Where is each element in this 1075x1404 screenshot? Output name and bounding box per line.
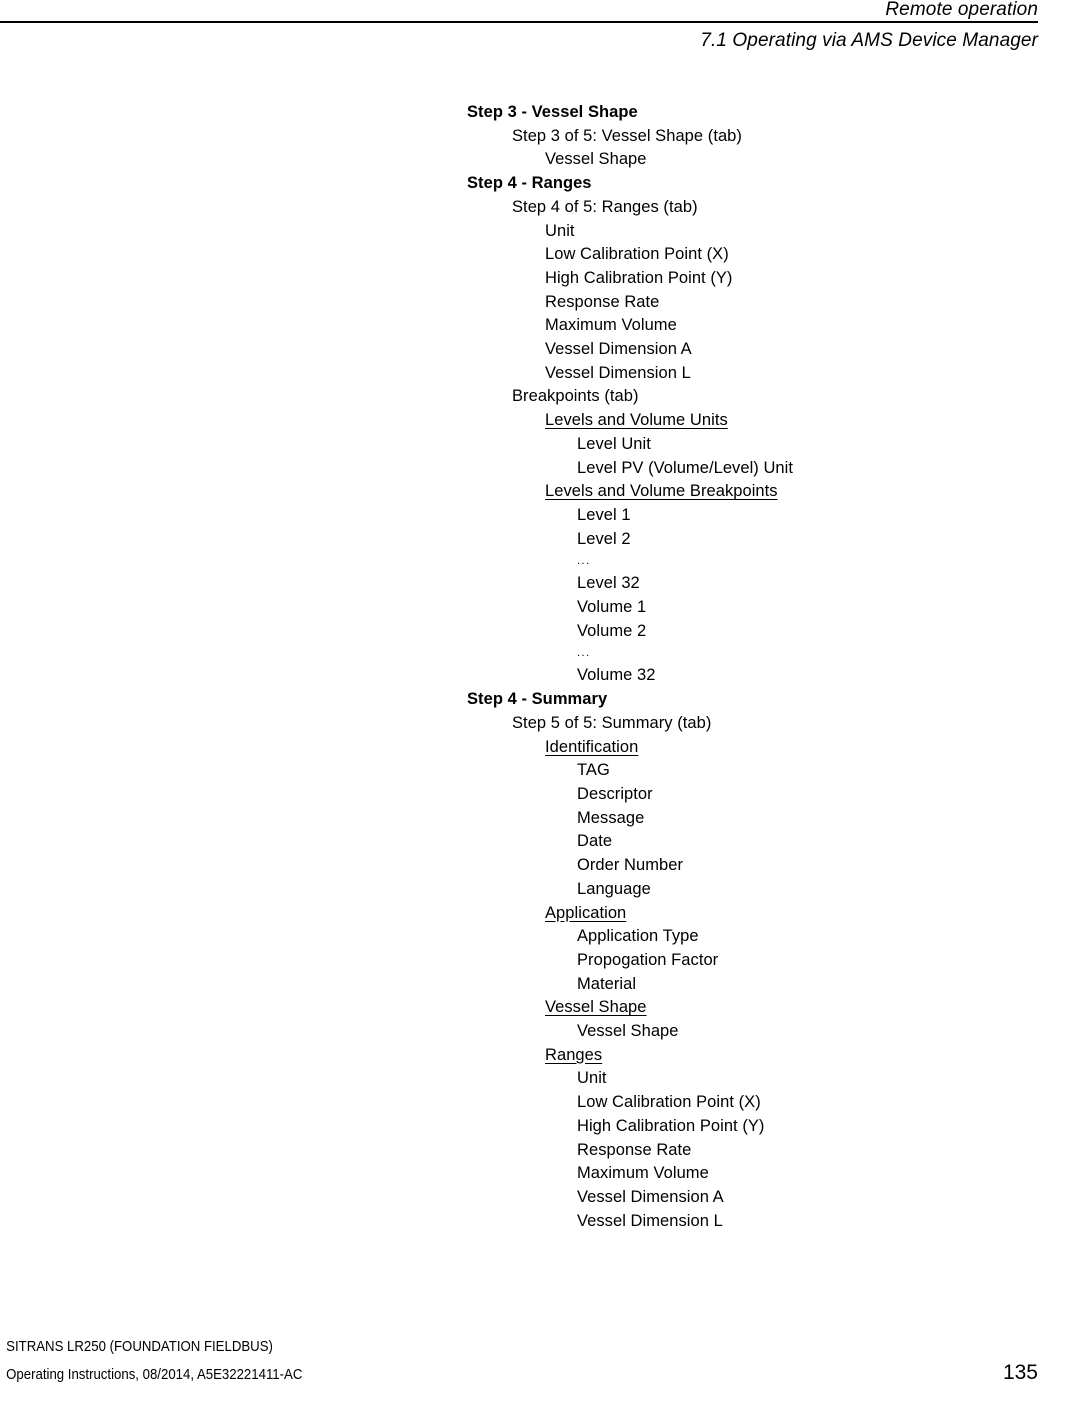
- outline-item: Vessel Shape: [545, 150, 647, 169]
- outline-item: Vessel Dimension L: [577, 1211, 723, 1230]
- outline-item: Response Rate: [577, 1140, 692, 1159]
- header-chapter-title: Remote operation: [885, 0, 1038, 20]
- outline-item: High Calibration Point (Y): [545, 268, 733, 287]
- outline-item: Vessel Dimension A: [545, 340, 692, 359]
- outline-item: Order Number: [577, 856, 684, 875]
- footer-document-reference: Operating Instructions, 08/2014, A5E3222…: [6, 1366, 303, 1383]
- outline-item: Unit: [545, 221, 575, 240]
- outline-step-heading: Step 4 - Summary: [467, 690, 608, 709]
- outline-item: Response Rate: [545, 292, 660, 311]
- outline-item: Level Unit: [577, 434, 651, 453]
- outline-item: Volume 2: [577, 621, 647, 640]
- outline-item: Level 32: [577, 574, 640, 593]
- outline-item: Level 2: [577, 529, 631, 548]
- outline-item: Date: [577, 832, 613, 851]
- document-page: Remote operation 7.1 Operating via AMS D…: [0, 0, 1075, 1404]
- footer-bottom-row: Operating Instructions, 08/2014, A5E3222…: [0, 1360, 1075, 1388]
- outline-item: Volume 32: [577, 666, 656, 685]
- outline-item: Low Calibration Point (X): [577, 1093, 761, 1112]
- page-number: 135: [1002, 1361, 1038, 1384]
- outline-item: Levels and Volume Breakpoints: [545, 482, 778, 501]
- outline-item: Material: [577, 974, 637, 993]
- outline-item: Propogation Factor: [577, 950, 719, 969]
- outline-item: Level PV (Volume/Level) Unit: [577, 458, 794, 477]
- outline-item: Vessel Shape: [577, 1022, 679, 1041]
- outline-item: Application: [545, 903, 627, 922]
- outline-item: Breakpoints (tab): [512, 387, 639, 406]
- outline-item: ...: [577, 555, 591, 568]
- outline-item: Levels and Volume Units: [545, 411, 728, 430]
- outline-item: Unit: [577, 1069, 607, 1088]
- outline-item: Language: [577, 879, 651, 898]
- outline-item: Identification: [545, 737, 639, 756]
- outline-item: Step 5 of 5: Summary (tab): [512, 713, 712, 732]
- outline-item: Step 4 of 5: Ranges (tab): [512, 197, 698, 216]
- outline-item: Ranges: [545, 1045, 603, 1064]
- outline-step-heading: Step 4 - Ranges: [467, 174, 592, 193]
- outline-item: Vessel Dimension L: [545, 363, 691, 382]
- outline-item: Maximum Volume: [545, 316, 677, 335]
- header-section-title: 7.1 Operating via AMS Device Manager: [700, 30, 1038, 51]
- outline-item: Low Calibration Point (X): [545, 245, 729, 264]
- outline-item: Message: [577, 808, 645, 827]
- outline-item: TAG: [577, 761, 610, 780]
- outline-item: ...: [577, 647, 591, 660]
- outline-item: Volume 1: [577, 598, 647, 617]
- footer-product-name: SITRANS LR250 (FOUNDATION FIELDBUS): [6, 1338, 273, 1355]
- outline-item: High Calibration Point (Y): [577, 1116, 765, 1135]
- outline-item: Vessel Dimension A: [577, 1187, 724, 1206]
- outline-item: Level 1: [577, 505, 631, 524]
- outline-item: Descriptor: [577, 784, 653, 803]
- outline-item: Application Type: [577, 927, 699, 946]
- outline-item: Step 3 of 5: Vessel Shape (tab): [512, 126, 742, 145]
- outline-list: Step 3 - Vessel Shape Step 3 of 5: Vessel…: [0, 101, 1075, 1233]
- outline-item: Maximum Volume: [577, 1164, 709, 1183]
- outline-step-heading: Step 3 - Vessel Shape: [467, 103, 638, 121]
- page-header: Remote operation 7.1 Operating via AMS D…: [0, 0, 1075, 52]
- page-footer: SITRANS LR250 (FOUNDATION FIELDBUS) Oper…: [0, 1334, 1075, 1404]
- outline-item: Vessel Shape: [545, 998, 647, 1017]
